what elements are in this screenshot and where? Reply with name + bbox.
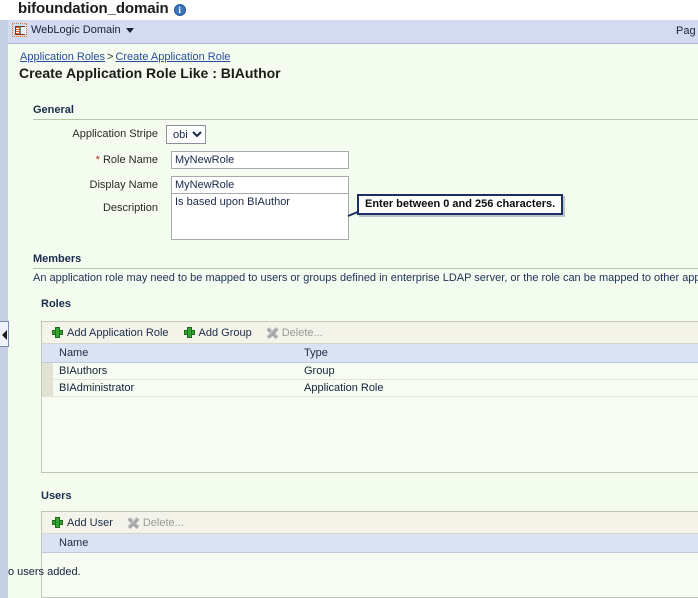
roles-table-toolbar: Add Application Role Add Group Delete... <box>42 322 698 344</box>
row-selector[interactable] <box>42 379 53 397</box>
display-name-input[interactable] <box>171 176 349 194</box>
app-title-row: bifoundation_domain <box>18 0 186 17</box>
collapse-arrow-icon <box>2 330 7 340</box>
plus-icon <box>183 327 195 338</box>
breadcrumb-separator: > <box>107 51 114 63</box>
table-row[interactable]: BIAuthors Group <box>42 362 698 380</box>
weblogic-server-icon <box>12 23 27 37</box>
table-row[interactable]: BIAdministrator Application Role <box>42 379 698 397</box>
general-section-heading: General <box>33 104 74 116</box>
role-name-cell: BIAdministrator <box>53 379 298 397</box>
left-rail <box>0 0 8 598</box>
display-name-label: Display Name <box>89 179 158 191</box>
add-group-label: Add Group <box>198 326 252 339</box>
add-user-button[interactable]: Add User <box>52 517 122 529</box>
roles-column-header-type: Type <box>298 344 698 363</box>
delete-user-label: Delete... <box>142 516 184 529</box>
users-table-header-row: Name <box>42 534 698 553</box>
delete-x-icon <box>266 326 279 340</box>
role-type-cell: Group <box>298 362 698 380</box>
role-name-label-text: Role Name <box>102 154 158 166</box>
users-select-column-header <box>42 534 53 553</box>
breadcrumb-application-roles[interactable]: Application Roles <box>20 51 105 63</box>
delete-role-label: Delete... <box>281 326 323 339</box>
context-band: WebLogic Domain Pag <box>8 20 698 44</box>
users-table: Name <box>42 534 698 553</box>
plus-icon <box>52 327 63 338</box>
delete-x-icon <box>127 516 140 530</box>
members-description: An application role may need to be mappe… <box>33 272 698 284</box>
application-page: bifoundation_domain WebLogic Domain Pag … <box>0 0 698 598</box>
role-name-input[interactable] <box>171 151 349 169</box>
application-stripe-label: Application Stripe <box>72 128 158 140</box>
roles-table-header-row: Name Type <box>42 344 698 363</box>
description-label: Description <box>102 202 158 214</box>
roles-table: Name Type BIAuthors Group BIAdministrato… <box>42 344 698 397</box>
users-empty-message: No users added. <box>8 566 81 578</box>
description-textarea[interactable]: Is based upon BIAuthor <box>171 193 349 240</box>
application-stripe-select[interactable]: obi <box>166 125 206 144</box>
weblogic-domain-label: WebLogic Domain <box>31 24 121 36</box>
info-icon[interactable] <box>173 3 186 16</box>
page-refresh-label: Pag <box>676 25 696 37</box>
roles-select-column-header <box>42 344 53 363</box>
row-selector[interactable] <box>42 362 53 380</box>
add-user-label: Add User <box>67 516 113 529</box>
add-group-button[interactable]: Add Group <box>183 326 261 339</box>
role-name-cell: BIAuthors <box>53 362 298 380</box>
chevron-down-icon[interactable] <box>125 27 134 33</box>
members-section-heading: Members <box>33 253 82 265</box>
users-table-container: Add User Delete... Name <box>41 511 698 598</box>
page-title: Create Application Role Like : BIAuthor <box>19 65 281 81</box>
breadcrumb: Application Roles > Create Application Rol… <box>20 51 230 63</box>
delete-user-button[interactable]: Delete... <box>127 516 193 530</box>
roles-table-container: Add Application Role Add Group Delete...… <box>41 321 698 473</box>
weblogic-domain-menu[interactable]: WebLogic Domain <box>12 23 134 37</box>
required-marker: * <box>95 154 100 166</box>
add-application-role-button[interactable]: Add Application Role <box>52 327 178 339</box>
left-rail-top <box>0 0 8 20</box>
breadcrumb-create-application-role[interactable]: Create Application Role <box>115 51 230 63</box>
validation-tooltip: Enter between 0 and 256 characters. <box>357 194 564 215</box>
sidebar-collapse-handle[interactable] <box>0 321 9 347</box>
page-domain-title: bifoundation_domain <box>18 0 169 17</box>
general-section-rule <box>33 119 698 120</box>
plus-icon <box>52 517 63 528</box>
members-section-rule <box>33 268 698 269</box>
delete-role-button[interactable]: Delete... <box>266 326 332 340</box>
role-type-cell: Application Role <box>298 379 698 397</box>
users-column-header-name: Name <box>53 534 698 553</box>
role-name-label: * Role Name <box>48 154 158 166</box>
roles-column-header-name: Name <box>53 344 298 363</box>
roles-subsection-heading: Roles <box>41 298 71 310</box>
main-content: Application Roles > Create Application Rol… <box>8 45 698 598</box>
add-application-role-label: Add Application Role <box>67 326 169 339</box>
users-subsection-heading: Users <box>41 490 72 502</box>
users-table-toolbar: Add User Delete... <box>42 512 698 534</box>
app-header: bifoundation_domain <box>8 0 698 20</box>
